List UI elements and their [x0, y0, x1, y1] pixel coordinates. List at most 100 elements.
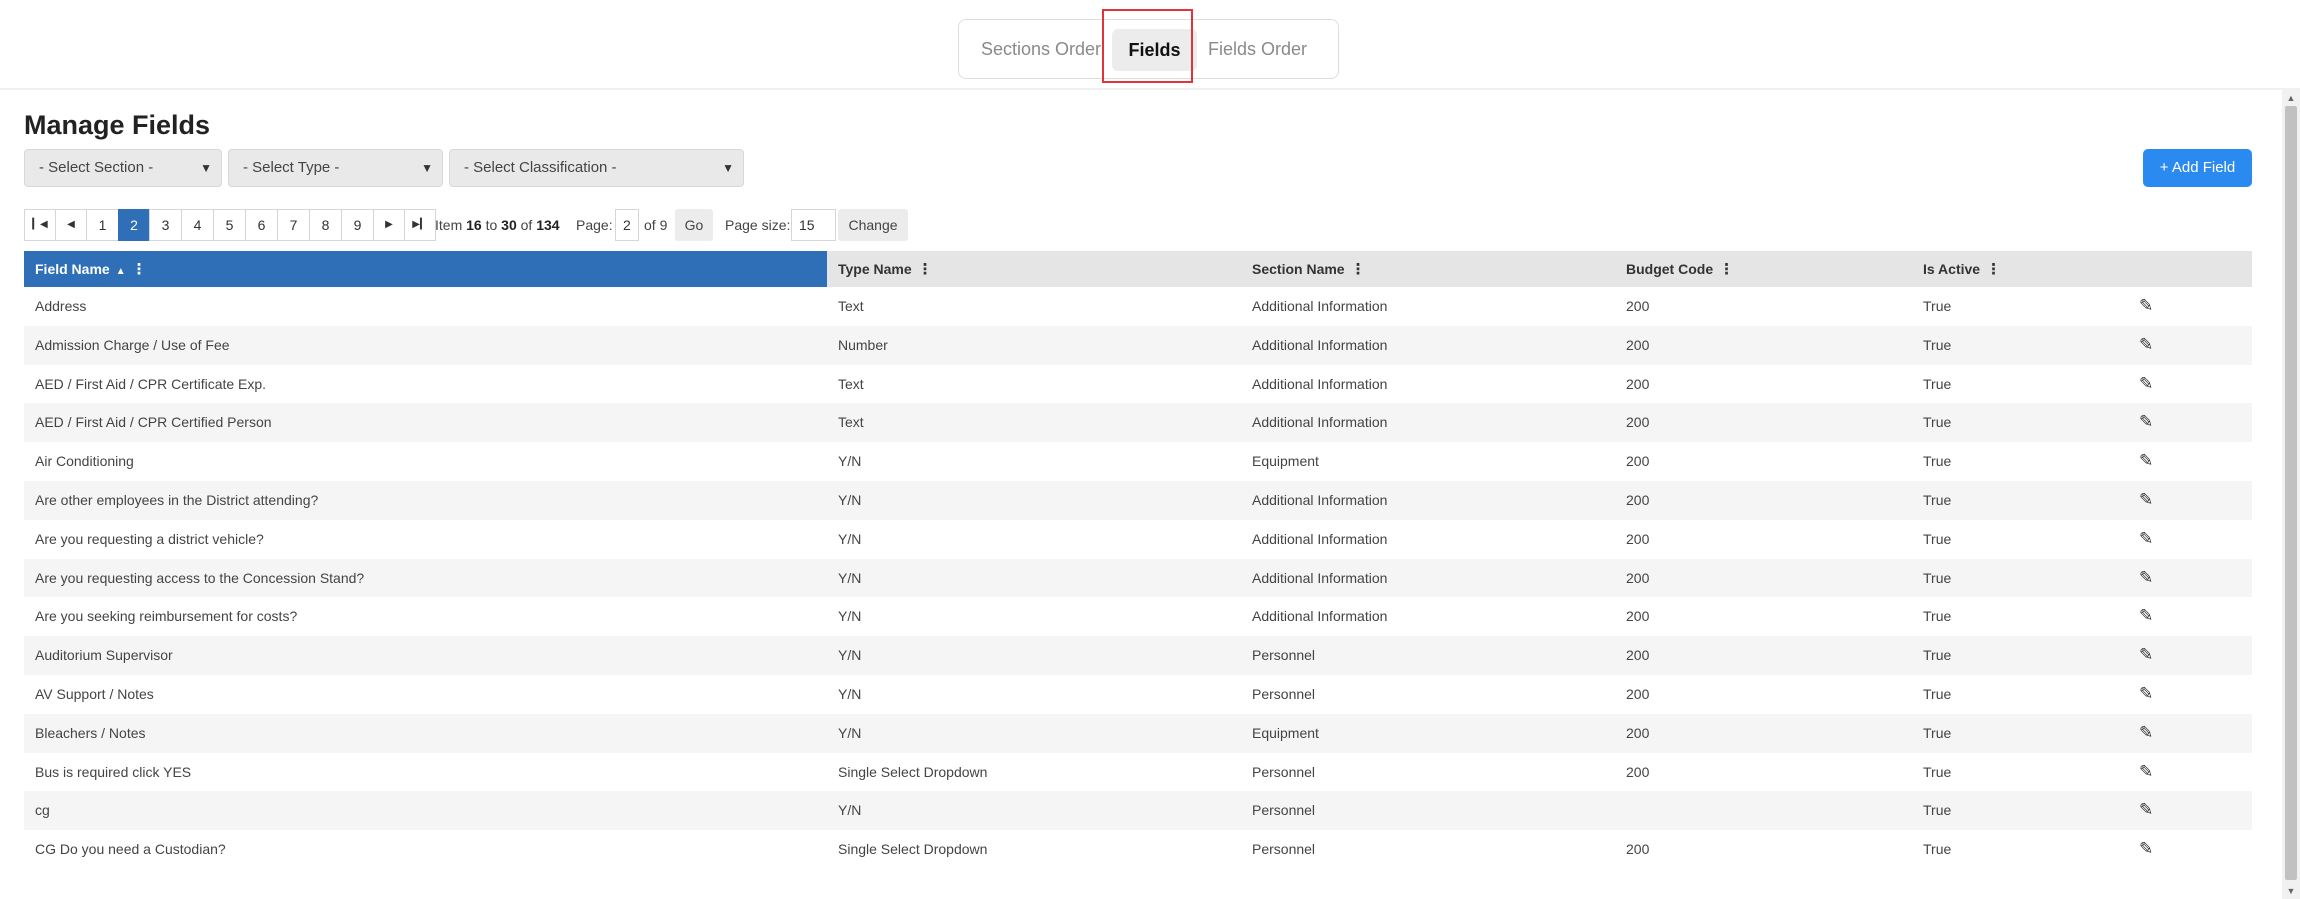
pencil-icon[interactable]: ✎	[2139, 714, 2153, 753]
table-row[interactable]: AED / First Aid / CPR Certificate Exp. Te…	[24, 365, 2252, 404]
page-button-8[interactable]: 8	[309, 209, 342, 241]
tab-sections-order[interactable]: Sections Order	[981, 20, 1101, 78]
go-button[interactable]: Go	[675, 209, 713, 241]
section-select[interactable]: - Select Section - ▼	[24, 149, 222, 187]
page-button-1[interactable]: 1	[86, 209, 119, 241]
table-row[interactable]: Are other employees in the District atte…	[24, 480, 2252, 520]
item-from: 16	[466, 217, 482, 233]
pencil-icon[interactable]: ✎	[2139, 791, 2153, 830]
table-row[interactable]: Bleachers / Notes Y/N Equipment 200 True ✎	[24, 713, 2252, 753]
of-label: of	[520, 217, 533, 233]
pencil-icon[interactable]: ✎	[2139, 326, 2153, 365]
kebab-menu-icon[interactable]: ⋮	[1986, 261, 2001, 278]
field-name-cell: AV Support / Notes	[35, 685, 154, 702]
page-button-3[interactable]: 3	[149, 209, 182, 241]
table-row[interactable]: AV Support / Notes Y/N Personnel 200 True ✎	[24, 675, 2252, 714]
column-header-is-active[interactable]: Is Active ⋮	[1912, 251, 2001, 287]
table-row[interactable]: Admission Charge / Use of Fee Number Addit…	[24, 325, 2252, 365]
tab-fields[interactable]: Fields	[1112, 29, 1197, 71]
page-button-5[interactable]: 5	[213, 209, 246, 241]
table-row[interactable]: Air Conditioning Y/N Equipment 200 True ✎	[24, 442, 2252, 481]
is-active-cell: True	[1923, 841, 1952, 858]
pencil-icon[interactable]: ✎	[2139, 520, 2153, 559]
column-header-section-name[interactable]: Section Name ⋮	[1241, 251, 1366, 287]
field-name-cell: AED / First Aid / CPR Certified Person	[35, 414, 272, 431]
kebab-menu-icon[interactable]: ⋮	[1719, 261, 1734, 278]
column-label: Field Name	[35, 261, 110, 277]
pencil-icon[interactable]: ✎	[2139, 442, 2153, 481]
pencil-icon[interactable]: ✎	[2139, 597, 2153, 636]
view-switcher: Sections Order Fields Fields Order	[958, 19, 1339, 79]
pencil-icon[interactable]: ✎	[2139, 675, 2153, 714]
table-row[interactable]: Are you seeking reimbursement for costs?…	[24, 597, 2252, 636]
kebab-menu-icon[interactable]: ⋮	[1351, 261, 1366, 278]
page-button-2[interactable]: 2	[118, 209, 150, 241]
budget-code-cell: 200	[1626, 414, 1650, 431]
kebab-menu-icon[interactable]: ⋮	[918, 261, 933, 278]
table-row[interactable]: Are you requesting access to the Concess…	[24, 558, 2252, 598]
table-row[interactable]: AED / First Aid / CPR Certified Person Te…	[24, 403, 2252, 443]
pencil-icon[interactable]: ✎	[2139, 365, 2153, 404]
budget-code-cell: 200	[1626, 685, 1650, 702]
section-name-cell: Additional Information	[1252, 491, 1388, 508]
scrollbar-thumb[interactable]	[2285, 106, 2297, 880]
page-size-input[interactable]: 15	[791, 209, 836, 241]
scroll-down-icon[interactable]: ▼	[2282, 883, 2300, 899]
table-row[interactable]: cg Y/N Personnel True ✎	[24, 791, 2252, 831]
classification-select[interactable]: - Select Classification - ▼	[449, 149, 744, 187]
section-name-cell: Additional Information	[1252, 569, 1388, 586]
page-button-9[interactable]: 9	[341, 209, 374, 241]
tab-fields-order[interactable]: Fields Order	[1208, 20, 1307, 78]
first-page-icon[interactable]: ▎◀	[24, 209, 56, 241]
table-row[interactable]: Auditorium Supervisor Y/N Personnel 200 True…	[24, 636, 2252, 675]
pencil-icon[interactable]: ✎	[2139, 481, 2153, 520]
table-row[interactable]: Are you requesting a district vehicle? Y/…	[24, 520, 2252, 559]
type-name-cell: Y/N	[838, 724, 862, 741]
budget-code-cell: 200	[1626, 608, 1650, 625]
is-active-cell: True	[1923, 724, 1952, 741]
is-active-cell: True	[1923, 608, 1952, 625]
add-field-button[interactable]: + Add Field	[2143, 149, 2252, 187]
scroll-up-icon[interactable]: ▲	[2282, 90, 2300, 106]
next-page-icon[interactable]: ▶	[373, 209, 405, 241]
column-header-type-name[interactable]: Type Name ⋮	[827, 251, 933, 287]
column-label: Is Active	[1923, 261, 1981, 277]
page-button-7[interactable]: 7	[277, 209, 310, 241]
page-button-4[interactable]: 4	[181, 209, 214, 241]
type-name-cell: Single Select Dropdown	[838, 841, 988, 858]
pencil-icon[interactable]: ✎	[2139, 287, 2153, 326]
pencil-icon[interactable]: ✎	[2139, 403, 2153, 442]
chevron-down-icon: ▼	[722, 161, 734, 175]
section-name-cell: Equipment	[1252, 453, 1319, 470]
pencil-icon[interactable]: ✎	[2139, 753, 2153, 792]
page-input[interactable]: 2	[615, 209, 639, 241]
pencil-icon[interactable]: ✎	[2139, 636, 2153, 675]
section-name-cell: Additional Information	[1252, 298, 1388, 314]
table-row[interactable]: Bus is required click YES Single Select D…	[24, 753, 2252, 792]
column-header-field-name[interactable]: Field Name ▲ ⋮	[24, 251, 827, 287]
pencil-icon[interactable]: ✎	[2139, 830, 2153, 869]
last-page-icon[interactable]: ▶▎	[404, 209, 436, 241]
page-button-6[interactable]: 6	[245, 209, 278, 241]
field-name-cell: Are you requesting access to the Concess…	[35, 569, 365, 586]
kebab-menu-icon[interactable]: ⋮	[132, 261, 147, 278]
column-header-budget-code[interactable]: Budget Code ⋮	[1615, 251, 1734, 287]
vertical-scrollbar[interactable]: ▲ ▼	[2282, 90, 2300, 899]
item-total: 134	[536, 217, 560, 233]
change-button[interactable]: Change	[838, 209, 908, 241]
field-name-cell: Bus is required click YES	[35, 763, 192, 780]
field-name-cell: CG Do you need a Custodian?	[35, 841, 226, 858]
is-active-cell: True	[1923, 569, 1952, 586]
type-select[interactable]: - Select Type - ▼	[228, 149, 443, 187]
field-name-cell: Admission Charge / Use of Fee	[35, 336, 230, 353]
type-name-cell: Y/N	[838, 453, 862, 470]
budget-code-cell: 200	[1626, 375, 1650, 392]
pencil-icon[interactable]: ✎	[2139, 559, 2153, 598]
field-name-cell: Are other employees in the District atte…	[35, 491, 319, 508]
table-row[interactable]: Address Text Additional Information 200 True…	[24, 287, 2252, 326]
page-title: Manage Fields	[24, 110, 211, 140]
section-name-cell: Additional Information	[1252, 414, 1388, 431]
is-active-cell: True	[1923, 453, 1952, 470]
table-row[interactable]: CG Do you need a Custodian? Single Select…	[24, 830, 2252, 869]
prev-page-icon[interactable]: ◀	[55, 209, 87, 241]
